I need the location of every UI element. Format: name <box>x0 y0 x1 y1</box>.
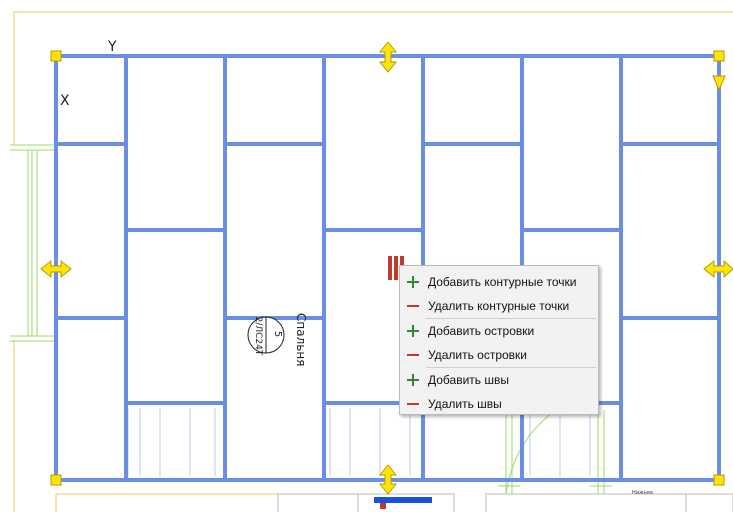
edge-grips[interactable] <box>40 41 733 495</box>
menu-remove-islands[interactable]: Удалить островки <box>400 343 598 367</box>
minus-icon <box>400 392 428 416</box>
menu-add-seams[interactable]: Добавить швы <box>400 368 598 392</box>
plus-icon <box>400 319 428 343</box>
blue-selection-bar <box>374 497 432 503</box>
menu-remove-contour-points[interactable]: Удалить контурные точки <box>400 294 598 318</box>
room-tag: 5 2/ЛС24Т Спальня <box>247 313 308 366</box>
minus-icon <box>400 294 428 318</box>
menu-item-label: Удалить швы <box>428 397 502 411</box>
menu-add-islands[interactable]: Добавить островки <box>400 319 598 343</box>
plus-icon <box>400 368 428 392</box>
minus-icon <box>400 343 428 367</box>
corner-grips[interactable] <box>50 50 725 486</box>
room-number: 5 <box>272 331 283 337</box>
direction-arrow-icon[interactable] <box>712 75 726 92</box>
lower-room-outlines-gray <box>277 493 733 512</box>
menu-item-label: Добавить островки <box>428 324 535 338</box>
corner-grip[interactable] <box>713 50 725 62</box>
corner-grip[interactable] <box>50 474 62 486</box>
window-left <box>10 144 56 342</box>
room-code: 2/ЛС24Т <box>253 317 263 356</box>
room-name: Спальня <box>294 313 308 366</box>
plus-icon <box>400 270 428 294</box>
context-menu: Добавить контурные точки Удалить контурн… <box>399 265 599 415</box>
tile-grid[interactable] <box>54 54 721 482</box>
menu-item-label: Добавить контурные точки <box>428 275 577 289</box>
lower-room-outlines <box>55 493 279 512</box>
menu-item-label: Удалить контурные точки <box>428 299 570 313</box>
cad-canvas[interactable]: Y X 5 2/ЛС24Т Спальня Нижняя <box>0 0 733 512</box>
corner-grip[interactable] <box>713 474 725 486</box>
menu-remove-seams[interactable]: Удалить швы <box>400 392 598 416</box>
axis-label-y: Y <box>107 39 117 55</box>
corner-grip[interactable] <box>50 50 62 62</box>
menu-item-label: Удалить островки <box>428 348 527 362</box>
menu-add-contour-points[interactable]: Добавить контурные точки <box>400 270 598 294</box>
menu-item-label: Добавить швы <box>428 373 509 387</box>
axis-label-x: X <box>60 93 70 109</box>
red-mark <box>380 503 386 509</box>
bottom-room-label: Нижняя <box>632 490 653 496</box>
